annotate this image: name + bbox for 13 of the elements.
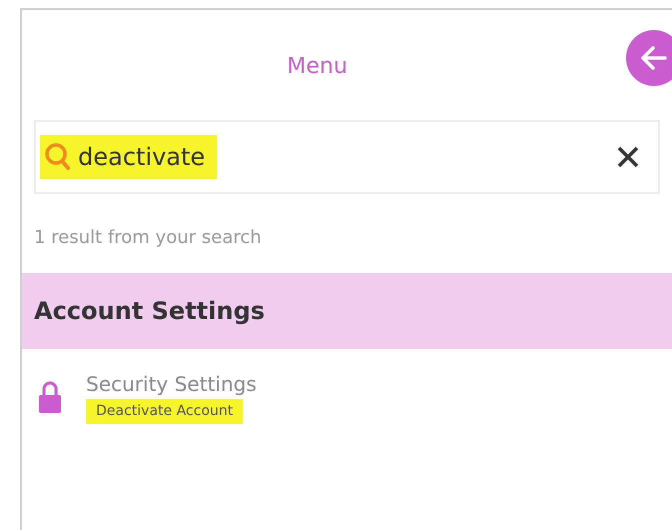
result-item[interactable]: Security Settings Deactivate Account [22,349,672,424]
search-text: deactivate [78,142,206,173]
back-arrow-icon [639,43,669,73]
section-header: Account Settings [22,273,672,349]
matched-setting: Deactivate Account [86,399,243,424]
search-field[interactable]: deactivate [34,120,660,194]
back-button[interactable] [626,30,672,86]
result-count: 1 result from your search [34,226,262,250]
item-title: Security Settings [86,371,257,398]
menu-title: Menu [287,53,348,81]
search-icon [44,142,72,172]
close-icon[interactable] [616,145,640,169]
lock-icon [38,380,62,414]
